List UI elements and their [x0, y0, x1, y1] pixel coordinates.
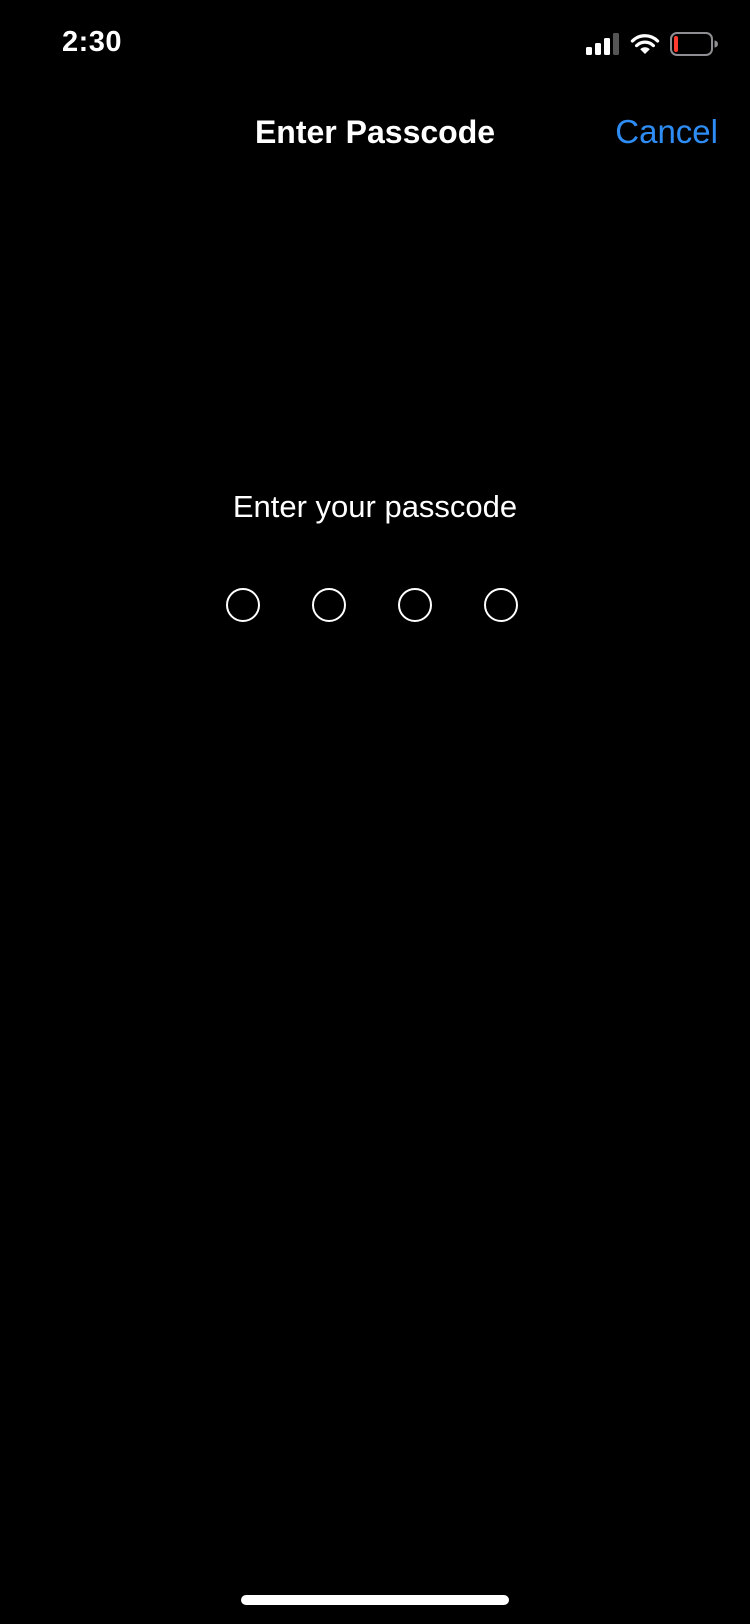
status-time: 2:30 [62, 26, 123, 58]
wifi-icon [630, 34, 660, 54]
passcode-dot [312, 588, 346, 622]
cellular-signal-icon [586, 33, 619, 55]
passcode-dot [484, 588, 518, 622]
passcode-prompt: Enter your passcode [232, 489, 518, 524]
home-indicator[interactable] [241, 1595, 509, 1605]
passcode-dot [226, 588, 260, 622]
battery-low-icon [670, 32, 718, 56]
status-icons [586, 32, 718, 56]
status-bar: 2:30 [0, 0, 750, 90]
cancel-button[interactable]: Cancel [615, 110, 718, 154]
passcode-dots [225, 588, 525, 628]
passcode-dot [398, 588, 432, 622]
